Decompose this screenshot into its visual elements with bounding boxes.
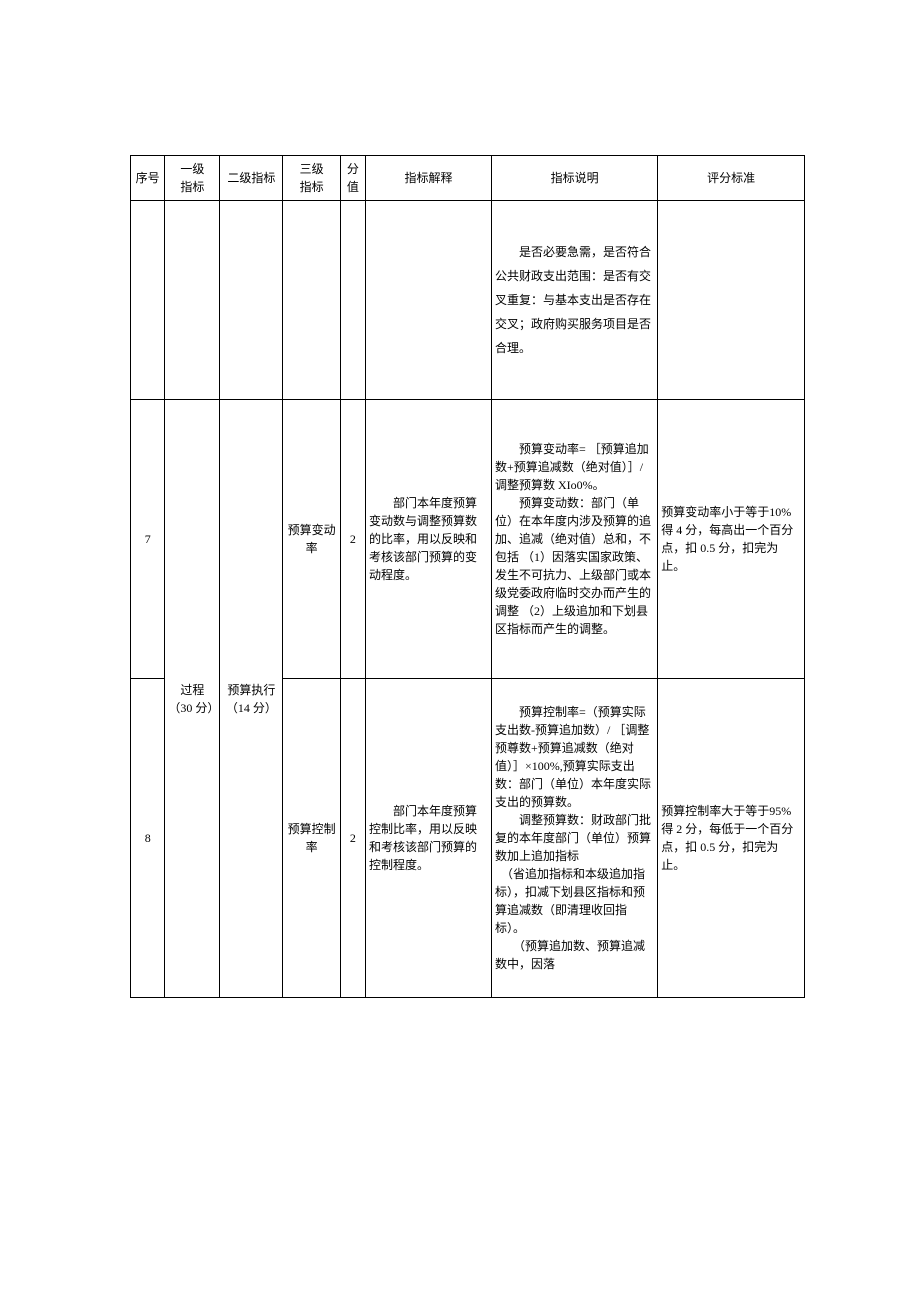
cell-interp: 部门本年度预算变动数与调整预算数的比率，用以反映和考核该部门预算的变动程度。 — [365, 400, 491, 679]
cell-l3 — [283, 201, 340, 400]
cell-no: 7 — [131, 400, 165, 679]
cell-no — [131, 201, 165, 400]
cell-l2: 预算执行（14 分） — [220, 400, 283, 998]
col-header-l2: 二级指标 — [220, 156, 283, 201]
cell-l3: 预算控制率 — [283, 679, 340, 998]
table-header-row: 序号 一级指标 二级指标 三级指标 分值 指标解释 指标说明 评分标准 — [131, 156, 805, 201]
cell-desc: 是否必要急需，是否符合公共财政支出范围：是否有交叉重复：与基本支出是否存在交叉；… — [492, 201, 658, 400]
cell-desc: 预算控制率=（预算实际支出数-预算追加数）/ ［调整预尊数+预算追减数（绝对值）… — [492, 679, 658, 998]
table-row: 7 过程（30 分） 预算执行（14 分） 预算变动率 2 部门本年度预算变动数… — [131, 400, 805, 679]
cell-l1: 过程（30 分） — [165, 400, 220, 998]
cell-no: 8 — [131, 679, 165, 998]
cell-score: 2 — [340, 400, 365, 679]
cell-l2 — [220, 201, 283, 400]
cell-l1 — [165, 201, 220, 400]
cell-desc: 预算变动率= ［预算追加数+预算追减数（绝对值）］/调整预算数 XIo0%。 预… — [492, 400, 658, 679]
cell-score — [340, 201, 365, 400]
table-row: 是否必要急需，是否符合公共财政支出范围：是否有交叉重复：与基本支出是否存在交叉；… — [131, 201, 805, 400]
cell-interp: 部门本年度预算控制比率，用以反映和考核该部门预算的控制程度。 — [365, 679, 491, 998]
col-header-desc: 指标说明 — [492, 156, 658, 201]
col-header-score: 分值 — [340, 156, 365, 201]
col-header-interp: 指标解释 — [365, 156, 491, 201]
cell-score: 2 — [340, 679, 365, 998]
cell-crit: 预算变动率小于等于10%得 4 分，每高出一个百分点，扣 0.5 分，扣完为止。 — [658, 400, 805, 679]
col-header-crit: 评分标准 — [658, 156, 805, 201]
cell-l3: 预算变动率 — [283, 400, 340, 679]
evaluation-table: 序号 一级指标 二级指标 三级指标 分值 指标解释 指标说明 评分标准 是否必要… — [130, 155, 805, 998]
col-header-l3: 三级指标 — [283, 156, 340, 201]
cell-crit — [658, 201, 805, 400]
col-header-l1: 一级指标 — [165, 156, 220, 201]
col-header-no: 序号 — [131, 156, 165, 201]
page: 序号 一级指标 二级指标 三级指标 分值 指标解释 指标说明 评分标准 是否必要… — [0, 0, 920, 1301]
cell-interp — [365, 201, 491, 400]
cell-crit: 预算控制率大于等于95%得 2 分，每低于一个百分点，扣 0.5 分，扣完为止。 — [658, 679, 805, 998]
